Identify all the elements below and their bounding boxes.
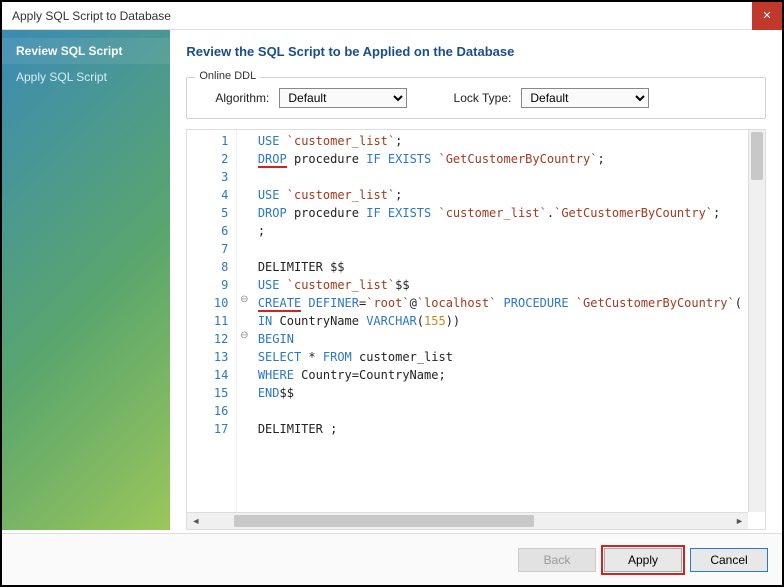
wizard-sidebar: Review SQL Script Apply SQL Script: [2, 30, 170, 530]
window-title: Apply SQL Script to Database: [12, 9, 752, 23]
dialog-body: Review SQL Script Apply SQL Script Revie…: [2, 30, 782, 530]
vertical-scroll-thumb[interactable]: [751, 132, 763, 180]
sidebar-item-apply[interactable]: Apply SQL Script: [2, 64, 170, 90]
online-ddl-group: Online DDL Algorithm: Default Lock Type:…: [186, 77, 766, 119]
back-button: Back: [518, 548, 596, 572]
vertical-scrollbar[interactable]: [748, 130, 765, 512]
scroll-left-arrow[interactable]: ◄: [187, 516, 204, 526]
locktype-select[interactable]: Default: [521, 88, 649, 108]
close-button[interactable]: ✕: [752, 2, 782, 30]
sql-editor: 1234567891011121314151617 ⊖⊖ USE `custom…: [186, 129, 766, 530]
code-area[interactable]: USE `customer_list`; DROP procedure IF E…: [237, 130, 748, 512]
line-gutter: 1234567891011121314151617: [187, 130, 237, 512]
horizontal-scrollbar[interactable]: ◄ ►: [187, 512, 748, 529]
titlebar: Apply SQL Script to Database ✕: [2, 2, 782, 30]
apply-button[interactable]: Apply: [604, 548, 682, 572]
ddl-legend: Online DDL: [195, 70, 260, 82]
horizontal-scroll-thumb[interactable]: [234, 515, 534, 527]
sidebar-item-review[interactable]: Review SQL Script: [2, 38, 170, 64]
locktype-label: Lock Type:: [441, 91, 511, 105]
ddl-row: Algorithm: Default Lock Type: Default: [199, 88, 753, 108]
cancel-button[interactable]: Cancel: [690, 548, 768, 572]
scroll-right-arrow[interactable]: ►: [731, 516, 748, 526]
main-panel: Review the SQL Script to be Applied on t…: [170, 30, 782, 530]
fold-column: ⊖⊖: [237, 132, 251, 438]
algorithm-select[interactable]: Default: [279, 88, 407, 108]
dialog-footer: Back Apply Cancel: [2, 533, 782, 585]
algorithm-label: Algorithm:: [199, 91, 269, 105]
page-title: Review the SQL Script to be Applied on t…: [186, 44, 766, 59]
